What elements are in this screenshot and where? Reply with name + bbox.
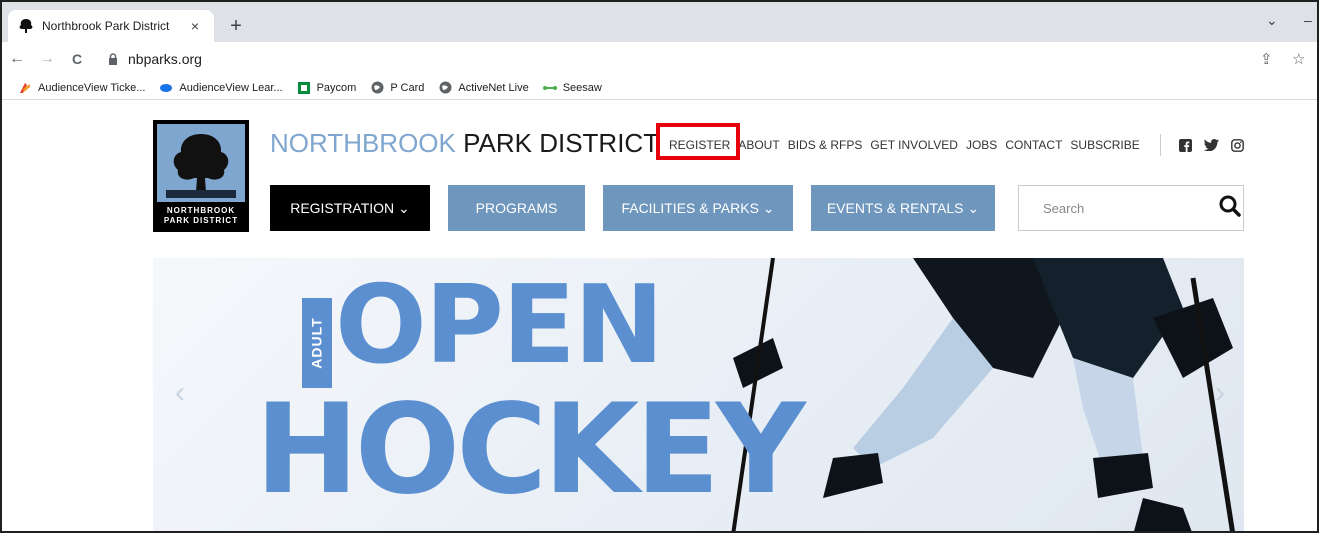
back-icon[interactable]: ← — [6, 50, 28, 68]
tree-favicon-icon — [18, 18, 34, 34]
site-title-part2: PARK DISTRICT — [463, 128, 660, 158]
browser-tab[interactable]: Northbrook Park District × — [8, 10, 214, 42]
globe-icon — [438, 81, 452, 95]
new-tab-button[interactable]: + — [224, 14, 248, 38]
utility-link-jobs[interactable]: JOBS — [966, 138, 997, 152]
nav-events-rentals[interactable]: EVENTS & RENTALS ⌄ — [811, 185, 995, 231]
bookmark-label: AudienceView Lear... — [179, 81, 283, 94]
utility-divider — [1159, 134, 1161, 156]
reload-icon[interactable]: C — [66, 51, 88, 67]
register-highlight-box — [656, 123, 740, 160]
address-bar[interactable]: nbparks.org — [106, 47, 1246, 71]
twitter-icon[interactable] — [1203, 139, 1219, 151]
bookmark-activenet-live[interactable]: ActiveNet Live — [438, 81, 529, 95]
tab-search-icon[interactable]: ⌄ — [1266, 12, 1278, 29]
utility-nav: REGISTER ABOUT BIDS & RFPS GET INVOLVED … — [669, 134, 1256, 156]
utility-link-contact[interactable]: CONTACT — [1005, 138, 1062, 152]
utility-link-subscribe[interactable]: SUBSCRIBE — [1070, 138, 1139, 152]
search-input[interactable] — [1043, 200, 1219, 216]
tab-title: Northbrook Park District — [42, 19, 170, 33]
bookmark-audienceview-tickets[interactable]: AudienceView Ticke... — [18, 81, 145, 95]
lock-icon[interactable] — [106, 52, 120, 66]
bookmark-seesaw[interactable]: Seesaw — [542, 81, 602, 95]
site-title-part1: NORTHBROOK — [270, 128, 456, 158]
bookmarks-bar: AudienceView Ticke... AudienceView Lear.… — [2, 76, 1317, 100]
bookmark-paycom[interactable]: Paycom — [297, 81, 357, 95]
adult-tag: ADULT — [302, 298, 332, 388]
cloud-icon — [159, 81, 173, 95]
bookmark-label: Paycom — [316, 81, 357, 94]
site-logo[interactable]: NORTHBROOK PARK DISTRICT — [153, 120, 249, 232]
bookmark-label: P Card — [390, 81, 425, 94]
seesaw-icon — [542, 81, 557, 95]
forward-icon[interactable]: → — [36, 50, 58, 68]
share-icon[interactable]: ⇪ — [1260, 50, 1273, 68]
main-nav: REGISTRATION ⌄ PROGRAMS FACILITIES & PAR… — [270, 185, 1013, 231]
tab-close-icon[interactable]: × — [186, 18, 204, 34]
audienceview-icon — [18, 81, 32, 95]
bookmark-label: ActiveNet Live — [458, 81, 529, 94]
utility-link-about[interactable]: ABOUT — [738, 138, 779, 152]
minimize-icon[interactable]: – — [1304, 12, 1312, 28]
nav-registration[interactable]: REGISTRATION ⌄ — [270, 185, 430, 231]
utility-link-get-involved[interactable]: GET INVOLVED — [870, 138, 958, 152]
nav-programs[interactable]: PROGRAMS — [448, 185, 585, 231]
bookmark-p-card[interactable]: P Card — [370, 81, 424, 95]
site-search — [1018, 185, 1244, 231]
nav-facilities-parks[interactable]: FACILITIES & PARKS ⌄ — [603, 185, 793, 231]
carousel-next-arrow[interactable]: › — [1205, 376, 1235, 410]
hero-headline-hockey: HOCKEY — [255, 378, 806, 522]
site-title[interactable]: NORTHBROOK PARK DISTRICT — [270, 128, 659, 159]
bookmark-star-icon[interactable]: ☆ — [1292, 50, 1305, 68]
web-page: NORTHBROOK PARK DISTRICT NORTHBROOK PARK… — [2, 100, 1317, 531]
logo-text: NORTHBROOK PARK DISTRICT — [163, 206, 239, 225]
bookmark-label: AudienceView Ticke... — [38, 81, 146, 94]
tab-strip: Northbrook Park District × + ⌄ – — [2, 2, 1317, 42]
hero-banner[interactable]: ADULT OPEN HOCKEY ‹ › — [153, 258, 1244, 531]
facebook-icon[interactable] — [1178, 138, 1192, 152]
search-icon[interactable] — [1219, 195, 1241, 222]
tree-logo-icon — [157, 124, 245, 202]
carousel-prev-arrow[interactable]: ‹ — [165, 376, 195, 410]
url-text: nbparks.org — [128, 51, 202, 67]
paycom-icon — [297, 81, 311, 95]
browser-window: Northbrook Park District × + ⌄ – ← → C n… — [0, 0, 1319, 533]
utility-link-bids-rfps[interactable]: BIDS & RFPS — [788, 138, 863, 152]
globe-icon — [370, 81, 384, 95]
bookmark-audienceview-learning[interactable]: AudienceView Lear... — [159, 81, 283, 95]
hero-headline-open: OPEN — [335, 263, 664, 388]
bookmark-label: Seesaw — [562, 81, 602, 94]
browser-toolbar: ← → C nbparks.org ⇪ ☆ — [2, 42, 1317, 76]
instagram-icon[interactable] — [1230, 138, 1244, 152]
